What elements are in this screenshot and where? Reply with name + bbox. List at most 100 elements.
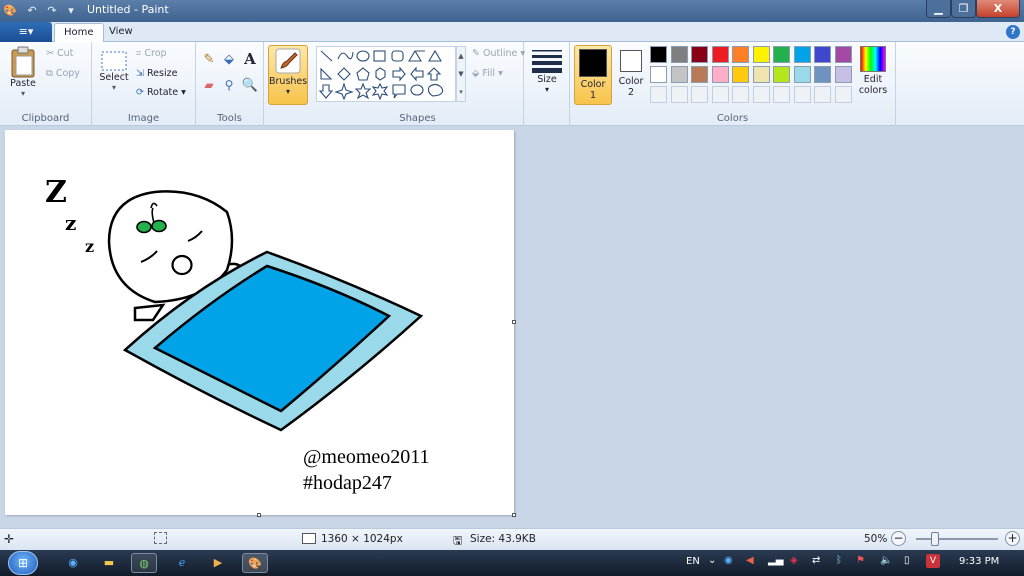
tray-usb-icon[interactable]: ▯ <box>904 555 910 566</box>
folder-icon[interactable]: ▬ <box>96 553 122 573</box>
custom-color-slot[interactable] <box>814 86 831 103</box>
speaker-icon[interactable]: 🔈 <box>880 555 892 566</box>
palette-swatch[interactable] <box>834 46 852 63</box>
resize-handle-right[interactable] <box>512 320 516 324</box>
resize-handle-bottom[interactable] <box>257 513 261 517</box>
paint-menu-button[interactable]: ≡▾ <box>0 22 52 42</box>
palette-swatch[interactable] <box>834 66 852 83</box>
maximize-button[interactable]: ❐ <box>951 0 976 18</box>
browser-coccoc-icon[interactable]: ◍ <box>131 553 157 573</box>
select-dropdown-icon: ▾ <box>111 83 116 92</box>
tab-home[interactable]: Home <box>54 23 104 43</box>
edit-colors-label-b: colors <box>858 85 888 96</box>
color-picker-icon[interactable]: ⚲ <box>220 78 238 96</box>
resize-button[interactable]: ⇲ Resize <box>136 68 177 79</box>
palette-swatch[interactable] <box>711 46 729 63</box>
size-button[interactable]: Size ▾ <box>529 48 565 94</box>
scissors-icon: ✂ <box>46 48 54 59</box>
palette-swatch[interactable] <box>732 66 749 83</box>
magnifier-icon[interactable]: 🔍 <box>241 78 259 96</box>
cut-button[interactable]: ✂ Cut <box>46 48 73 59</box>
ribbon: Paste ▾ ✂ Cut ⧉ Copy Clipboard Select ▾ … <box>0 42 1024 126</box>
color2-button[interactable]: Color 2 <box>616 48 646 98</box>
custom-color-slot[interactable] <box>773 86 790 103</box>
quick-access-dropdown-icon[interactable]: ▾ <box>63 3 79 18</box>
custom-color-slot[interactable] <box>793 86 811 103</box>
palette-swatch[interactable] <box>814 66 831 83</box>
help-icon[interactable]: ? <box>1006 25 1020 39</box>
bluetooth-icon[interactable]: ᛒ <box>836 555 842 566</box>
palette-swatch[interactable] <box>752 66 770 83</box>
shapes-scroll[interactable]: ▲ ▼ ▾ <box>456 46 466 102</box>
tray-flag-icon[interactable]: ⚑ <box>856 555 865 566</box>
tray-antivirus-icon[interactable]: V <box>926 554 940 568</box>
palette-swatch[interactable] <box>814 46 831 63</box>
zoom-out-button[interactable]: − <box>891 531 906 546</box>
zoom-slider-track[interactable] <box>916 538 998 540</box>
palette-swatch[interactable] <box>752 46 770 63</box>
tray-chevron-icon[interactable]: ⌄ <box>708 555 716 566</box>
eraser-icon[interactable]: ▰ <box>200 78 218 96</box>
tray-volume-alert-icon[interactable]: ◀ <box>746 555 754 566</box>
custom-color-slot[interactable] <box>752 86 770 103</box>
skype-icon[interactable]: ◉ <box>60 553 86 573</box>
undo-icon[interactable]: ↶ <box>24 3 40 18</box>
fill-button[interactable]: ⬙ Fill ▾ <box>472 68 503 79</box>
rotate-button[interactable]: ⟳ Rotate ▾ <box>136 87 186 98</box>
close-button[interactable]: X <box>976 0 1020 18</box>
text-tool-icon[interactable]: A <box>241 50 259 68</box>
tray-zalo-icon[interactable]: ◉ <box>724 555 733 566</box>
paint-app-icon[interactable]: 🎨 <box>2 3 18 18</box>
brush-icon <box>275 48 301 74</box>
custom-color-slot[interactable] <box>670 86 688 103</box>
tray-app-icon[interactable]: ◈ <box>790 555 798 566</box>
color1-button[interactable]: Color 1 <box>574 45 612 105</box>
crop-button[interactable]: ⌗ Crop <box>136 48 167 59</box>
redo-icon[interactable]: ↷ <box>44 3 60 18</box>
palette-swatch[interactable] <box>670 46 688 63</box>
drawing-canvas[interactable]: Z z z @meomeo2011 #hodap247 <box>5 130 514 515</box>
start-button[interactable]: ⊞ <box>8 551 38 575</box>
zoom-in-button[interactable]: + <box>1005 531 1020 546</box>
outline-label: Outline <box>483 48 518 59</box>
palette-swatch[interactable] <box>670 66 688 83</box>
clock-time[interactable]: 9:33 PM <box>959 556 999 567</box>
image-group: Select ▾ ⌗ Crop ⇲ Resize ⟳ Rotate ▾ Imag… <box>92 42 196 126</box>
palette-swatch[interactable] <box>773 46 790 63</box>
internet-explorer-icon[interactable]: ℯ <box>169 553 195 573</box>
custom-color-slot[interactable] <box>834 86 852 103</box>
palette-swatch[interactable] <box>711 66 729 83</box>
pencil-icon[interactable]: ✎ <box>200 52 218 70</box>
palette-swatch[interactable] <box>793 46 811 63</box>
palette-swatch[interactable] <box>691 46 708 63</box>
copy-button[interactable]: ⧉ Copy <box>46 68 80 79</box>
select-button[interactable]: Select ▾ <box>96 50 132 92</box>
brushes-button[interactable]: Brushes ▾ <box>268 45 308 105</box>
palette-swatch[interactable] <box>650 46 667 63</box>
custom-color-slot[interactable] <box>711 86 729 103</box>
palette-swatch[interactable] <box>773 66 790 83</box>
custom-color-slot[interactable] <box>691 86 708 103</box>
tray-signal-icon[interactable]: ▂▄ <box>768 555 783 566</box>
taskbar-paint-app[interactable]: 🎨 <box>242 553 268 573</box>
custom-color-slot[interactable] <box>732 86 749 103</box>
minimize-button[interactable]: ▁ <box>926 0 951 18</box>
palette-swatch[interactable] <box>732 46 749 63</box>
outline-button[interactable]: ✎ Outline ▾ <box>472 48 525 59</box>
fill-bucket-icon[interactable]: ⬙ <box>220 52 238 70</box>
resize-handle-corner[interactable] <box>512 513 516 517</box>
language-indicator[interactable]: EN <box>686 556 700 567</box>
paste-button[interactable]: Paste ▾ <box>6 46 40 104</box>
edit-colors-button[interactable]: Edit colors <box>856 46 890 96</box>
shapes-gallery[interactable] <box>316 46 456 102</box>
palette-swatch[interactable] <box>691 66 708 83</box>
palette-swatch[interactable] <box>793 66 811 83</box>
custom-color-slot[interactable] <box>650 86 667 103</box>
tab-view[interactable]: View <box>100 23 142 43</box>
zoom-slider-thumb[interactable] <box>931 532 939 546</box>
fill-icon: ⬙ <box>472 68 480 79</box>
rotate-label: Rotate <box>147 87 179 98</box>
media-player-icon[interactable]: ▶ <box>205 553 231 573</box>
tray-network-icon[interactable]: ⇄ <box>812 555 820 566</box>
palette-swatch[interactable] <box>650 66 667 83</box>
